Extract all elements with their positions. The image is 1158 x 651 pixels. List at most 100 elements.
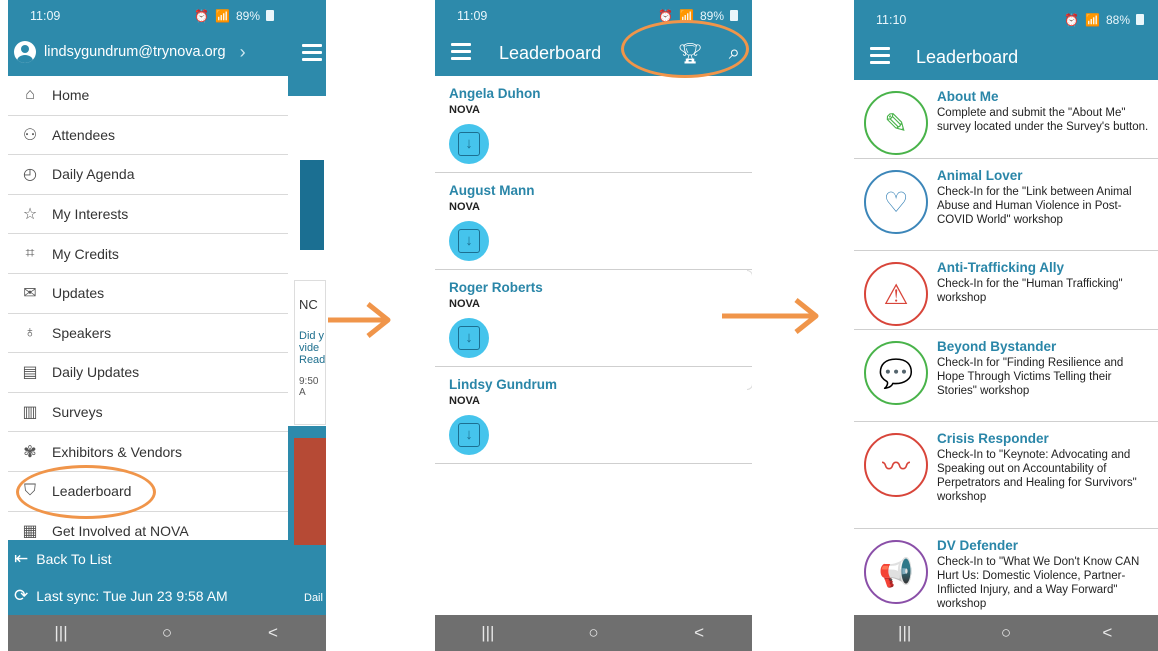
leaderboard-row[interactable]: August Mann NOVA ↓ bbox=[435, 173, 752, 270]
phone-screen-badges: 11:10 ⏰ 📶 88% Leaderboard ✎ About Me Compl… bbox=[854, 0, 1158, 651]
status-icons: ⏰ 📶 88% bbox=[1064, 13, 1144, 27]
leaderboard-row[interactable]: Angela Duhon NOVA ↓ bbox=[435, 76, 752, 173]
sidebar-item-label: Exhibitors & Vendors bbox=[52, 443, 182, 460]
sidebar-item-label: Daily Updates bbox=[52, 364, 140, 381]
sidebar-item-my-interests[interactable]: ☆ My Interests bbox=[8, 194, 288, 235]
badge-item[interactable]: 💬 Beyond Bystander Check-In for "Finding R… bbox=[854, 330, 1158, 422]
sidebar-item-surveys[interactable]: ▥ Surveys bbox=[8, 392, 288, 433]
badge-title: Anti-Trafficking Ally bbox=[937, 260, 1065, 275]
home-button[interactable]: ○ bbox=[137, 623, 197, 643]
sidebar-item-label: Attendees bbox=[52, 126, 116, 143]
download-icon: ↓ bbox=[458, 326, 480, 350]
badge-icon: ♡ bbox=[864, 170, 928, 234]
sidebar-item-updates[interactable]: ✉ Updates bbox=[8, 273, 288, 314]
tab-daily[interactable]: Dail bbox=[288, 556, 326, 615]
badge-item[interactable]: ♡ Animal Lover Check-In for the "Link betw… bbox=[854, 159, 1158, 251]
badge-item[interactable]: 📢 DV Defender Check-In to "What We Don't K… bbox=[854, 529, 1158, 624]
sidebar-item-speakers[interactable]: ♁ Speakers bbox=[8, 313, 288, 354]
status-time: 11:09 bbox=[457, 8, 488, 23]
sidebar-item-label: Home bbox=[52, 87, 90, 104]
battery-percent: 88% bbox=[1105, 12, 1130, 27]
status-time: 11:09 bbox=[30, 8, 61, 23]
back-button[interactable]: < bbox=[243, 623, 303, 643]
badge-body: Animal Lover Check-In for the "Link betwe… bbox=[937, 168, 1152, 250]
download-button[interactable]: ↓ bbox=[449, 221, 489, 261]
battery-icon bbox=[730, 10, 738, 21]
home-button[interactable]: ○ bbox=[563, 623, 623, 643]
badge-item[interactable]: ✎ About Me Complete and submit the "About … bbox=[854, 80, 1158, 159]
status-bar: 11:10 ⏰ 📶 88% bbox=[854, 4, 1158, 35]
sidebar-item-label: Updates bbox=[52, 285, 105, 302]
toolbar-icons-highlight-circle bbox=[621, 20, 749, 78]
sync-button[interactable]: ⟳ Last sync: Tue Jun 23 9:58 AM bbox=[8, 577, 288, 614]
recents-button[interactable]: ||| bbox=[875, 623, 935, 643]
alarm-icon: ⏰ bbox=[1064, 12, 1080, 27]
arrow-right-icon bbox=[328, 302, 391, 338]
account-row[interactable]: lindsygundrum@trynova.org › bbox=[8, 34, 288, 70]
hamburger-menu-icon[interactable] bbox=[302, 44, 322, 65]
sidebar-item-attendees[interactable]: ⚇ Attendees bbox=[8, 115, 288, 156]
menu-item-icon: ⌂ bbox=[25, 86, 35, 104]
toolbar: Leaderboard bbox=[854, 35, 1158, 80]
sidebar-item-exhibitors-vendors[interactable]: ✾ Exhibitors & Vendors bbox=[8, 432, 288, 472]
alarm-icon: ⏰ bbox=[194, 8, 210, 23]
menu-item-icon: ⌗ bbox=[25, 244, 35, 262]
back-button[interactable]: < bbox=[669, 623, 729, 643]
participant-name: Roger Roberts bbox=[449, 280, 543, 295]
menu-item-icon: ▦ bbox=[22, 522, 38, 540]
badge-item[interactable]: ⚠ Anti-Trafficking Ally Check-In for the "… bbox=[854, 251, 1158, 330]
menu-item-icon: ▥ bbox=[22, 404, 38, 422]
sidebar-item-label: My Interests bbox=[52, 206, 129, 223]
badge-icon: 〰 bbox=[864, 433, 928, 497]
signal-icon: 📶 bbox=[1085, 12, 1100, 27]
sidebar-item-daily-agenda[interactable]: ◴ Daily Agenda bbox=[8, 155, 288, 195]
badge-description: Check-In to "Keynote: Advocating and Spe… bbox=[937, 449, 1137, 503]
badge-icon: 📢 bbox=[864, 540, 928, 604]
participant-name: Lindsy Gundrum bbox=[449, 377, 557, 392]
android-nav-bar: ||| ○ < bbox=[8, 615, 326, 651]
menu-item-icon: ♁ bbox=[24, 323, 36, 341]
phone-screen-menu: 11:09 ⏰ 📶 89% lindsygundrum@trynova.org … bbox=[8, 0, 326, 651]
menu-item-icon: ⚇ bbox=[22, 126, 38, 144]
hamburger-menu-icon[interactable] bbox=[451, 43, 471, 64]
sidebar-item-my-credits[interactable]: ⌗ My Credits bbox=[8, 234, 288, 274]
news-card[interactable]: NC Did y vide Read 9:50 A bbox=[294, 280, 326, 425]
chevron-right-icon: › bbox=[239, 41, 246, 62]
sidebar-item-label: Get Involved at NOVA bbox=[52, 522, 189, 539]
badge-title: DV Defender bbox=[937, 538, 1019, 553]
page-title: Leaderboard bbox=[916, 47, 1019, 67]
battery-icon bbox=[1136, 14, 1144, 25]
badge-icon: ⚠ bbox=[864, 262, 928, 326]
menu-item-icon: ☆ bbox=[22, 206, 38, 224]
back-button[interactable]: < bbox=[1077, 623, 1137, 643]
sidebar-item-label: Speakers bbox=[52, 324, 112, 341]
back-to-list-button[interactable]: ⇤ Back To List bbox=[8, 540, 288, 577]
download-button[interactable]: ↓ bbox=[449, 318, 489, 358]
download-icon: ↓ bbox=[458, 423, 480, 447]
home-button[interactable]: ○ bbox=[976, 623, 1036, 643]
badge-description: Check-In for the "Link between Animal Ab… bbox=[937, 186, 1132, 226]
phone-screen-leaderboard: 11:09 ⏰ 📶 89% Leaderboard 🏆︎ ⌕ Angela Du… bbox=[435, 0, 752, 651]
download-button[interactable]: ↓ bbox=[449, 124, 489, 164]
promo-tile[interactable] bbox=[294, 438, 326, 545]
sidebar-item-label: Daily Agenda bbox=[52, 166, 135, 183]
participant-org: NOVA bbox=[449, 104, 480, 116]
leaderboard-highlight-circle bbox=[16, 465, 156, 519]
news-text-line: Did y bbox=[299, 330, 325, 342]
recents-button[interactable]: ||| bbox=[31, 623, 91, 643]
sidebar-item-home[interactable]: ⌂ Home bbox=[8, 76, 288, 116]
menu-item-icon: ▤ bbox=[22, 364, 38, 382]
android-nav-bar: ||| ○ < bbox=[435, 615, 752, 651]
signal-icon: 📶 bbox=[215, 8, 230, 23]
hamburger-menu-icon[interactable] bbox=[870, 47, 890, 68]
download-button[interactable]: ↓ bbox=[449, 415, 489, 455]
sidebar-item-daily-updates[interactable]: ▤ Daily Updates bbox=[8, 353, 288, 393]
leaderboard-row[interactable]: Lindsy Gundrum NOVA ↓ bbox=[435, 367, 752, 464]
leaderboard-row[interactable]: Roger Roberts NOVA ↓ bbox=[435, 270, 752, 367]
participant-org: NOVA bbox=[449, 298, 480, 310]
participant-name: August Mann bbox=[449, 183, 535, 198]
download-icon: ↓ bbox=[458, 132, 480, 156]
badge-item[interactable]: 〰 Crisis Responder Check-In to "Keynote: A… bbox=[854, 422, 1158, 529]
sidebar-item-label: My Credits bbox=[52, 245, 119, 262]
recents-button[interactable]: ||| bbox=[458, 623, 518, 643]
